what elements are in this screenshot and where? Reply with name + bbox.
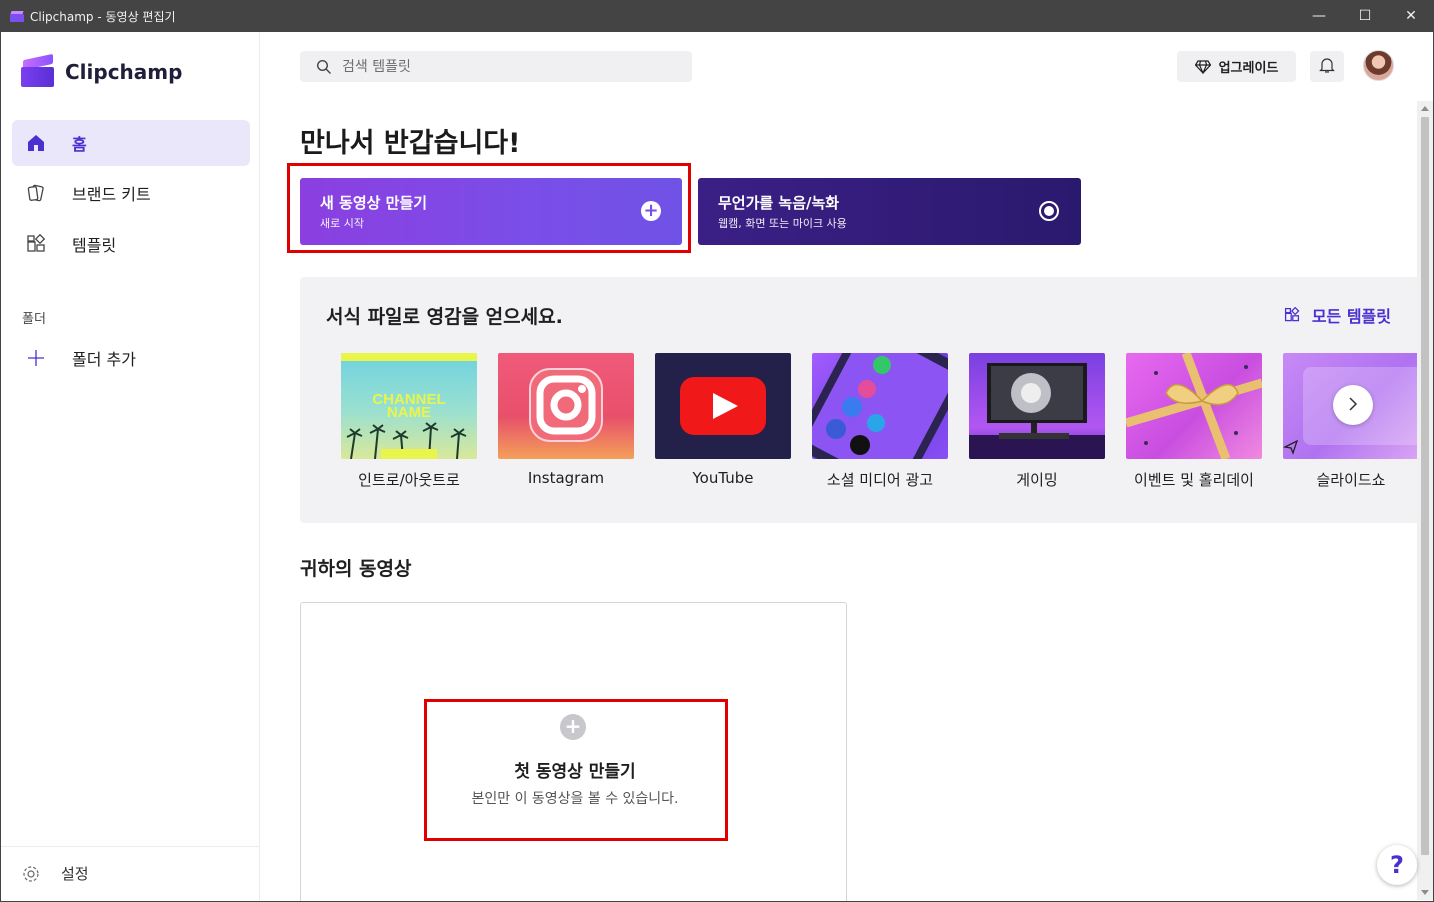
sidebar-item-label: 홈	[72, 135, 87, 154]
chevron-right-icon	[1348, 395, 1358, 416]
clipchamp-app-icon	[10, 11, 24, 22]
diamond-icon	[1194, 59, 1211, 74]
record-button[interactable]: 무언가를 녹음/녹화 웹캠, 화면 또는 마이크 사용	[698, 178, 1081, 245]
next-templates-button[interactable]	[1333, 385, 1373, 425]
all-templates-link[interactable]: 모든 템플릿	[1284, 303, 1391, 327]
question-mark-icon: ?	[1390, 851, 1404, 879]
sidebar-item-label: 브랜드 키트	[72, 185, 151, 204]
notifications-button[interactable]	[1310, 51, 1344, 82]
window-title-bar: Clipchamp - 동영상 편집기 — ☐ ✕	[0, 0, 1434, 32]
close-button[interactable]: ✕	[1388, 0, 1434, 32]
template-label: 이벤트 및 홀리데이	[1134, 471, 1254, 489]
template-label: YouTube	[692, 469, 754, 487]
template-card-youtube[interactable]: YouTube	[655, 353, 791, 487]
maximize-button[interactable]: ☐	[1342, 0, 1388, 32]
all-templates-label: 모든 템플릿	[1311, 307, 1391, 326]
template-label: 게이밍	[1016, 471, 1058, 489]
template-label: Instagram	[527, 469, 605, 487]
new-video-button[interactable]: 새 동영상 만들기 새로 시작 +	[300, 178, 682, 245]
new-video-subtitle: 새로 시작	[320, 217, 364, 230]
template-card-intro[interactable]: CHANNEL NAME 인트로/아웃트로	[341, 353, 477, 490]
template-card-gaming[interactable]: 게이밍	[969, 353, 1105, 490]
your-videos-title: 귀하의 동영상	[300, 558, 412, 580]
template-label: 소셜 미디어 광고	[826, 471, 934, 489]
template-thumbnail	[969, 353, 1105, 459]
thumbnail-text: CHANNEL NAME	[372, 391, 446, 421]
user-avatar[interactable]	[1363, 50, 1394, 81]
template-card-social-ads[interactable]: 소셜 미디어 광고	[812, 353, 948, 490]
clipchamp-logo-icon	[21, 53, 55, 88]
instagram-logo-icon	[529, 368, 603, 442]
search-input[interactable]	[342, 58, 662, 75]
scroll-thumb[interactable]	[1421, 117, 1429, 855]
create-first-video-card[interactable]	[300, 602, 847, 902]
plus-circle-icon: +	[641, 201, 661, 221]
template-thumbnail: CHANNEL NAME	[341, 353, 477, 459]
template-label: 인트로/아웃트로	[358, 471, 460, 489]
templates-panel: 서식 파일로 영감을 얻으세요. 모든 템플릿 CHANNEL NAME 인트로…	[300, 277, 1417, 523]
folder-section-label: 폴더	[22, 312, 46, 327]
help-button[interactable]: ?	[1377, 845, 1417, 885]
window-controls: — ☐ ✕	[1296, 0, 1434, 32]
settings-label: 설정	[61, 865, 89, 883]
search-icon	[316, 59, 332, 75]
sidebar-item-templates[interactable]: 템플릿	[12, 221, 250, 267]
page-title: 만나서 반갑습니다!	[300, 128, 521, 159]
clipchamp-logo[interactable]: Clipchamp	[21, 53, 183, 88]
plus-icon	[24, 346, 48, 370]
upgrade-label: 업그레이드	[1218, 61, 1279, 76]
brand-kit-icon	[24, 181, 48, 205]
record-subtitle: 웹캠, 화면 또는 마이크 사용	[718, 217, 847, 230]
template-card-instagram[interactable]: Instagram	[498, 353, 634, 487]
bell-icon	[1319, 56, 1335, 78]
vertical-scrollbar[interactable]	[1417, 101, 1433, 900]
settings-button[interactable]: 설정	[1, 846, 259, 900]
plus-circle-icon: +	[560, 714, 586, 740]
window-title: Clipchamp - 동영상 편집기	[30, 9, 176, 24]
brand-name: Clipchamp	[65, 60, 183, 84]
scroll-down-arrow[interactable]	[1421, 890, 1429, 895]
home-icon	[24, 131, 48, 155]
youtube-logo-icon	[680, 377, 766, 435]
add-folder-button[interactable]: 폴더 추가	[12, 335, 250, 381]
scroll-up-arrow[interactable]	[1421, 106, 1429, 111]
minimize-button[interactable]: —	[1296, 0, 1342, 32]
search-bar[interactable]	[300, 51, 692, 82]
cursor-icon	[1283, 439, 1299, 455]
templates-icon	[1284, 307, 1300, 323]
first-video-title: 첫 동영상 만들기	[514, 762, 636, 782]
template-thumbnail	[1126, 353, 1262, 459]
upgrade-button[interactable]: 업그레이드	[1177, 51, 1296, 82]
template-thumbnail	[655, 353, 791, 459]
sidebar-item-label: 템플릿	[72, 236, 117, 255]
add-folder-label: 폴더 추가	[72, 350, 136, 369]
templates-title: 서식 파일로 영감을 얻으세요.	[326, 306, 563, 328]
sidebar: Clipchamp 홈 브랜드 키트 템플릿 폴더 폴더 추가 설정	[1, 32, 260, 900]
templates-icon	[24, 232, 48, 256]
first-video-subtitle: 본인만 이 동영상을 볼 수 있습니다.	[471, 791, 679, 807]
template-thumbnail	[812, 353, 948, 459]
template-thumbnail	[498, 353, 634, 459]
gear-icon	[21, 864, 41, 884]
record-icon	[1039, 201, 1059, 221]
template-card-events[interactable]: 이벤트 및 홀리데이	[1126, 353, 1262, 490]
template-label: 슬라이드쇼	[1316, 471, 1386, 489]
sidebar-item-home[interactable]: 홈	[12, 120, 250, 166]
sidebar-item-brand-kit[interactable]: 브랜드 키트	[12, 170, 250, 216]
record-title: 무언가를 녹음/녹화	[718, 194, 840, 212]
new-video-title: 새 동영상 만들기	[320, 194, 428, 212]
